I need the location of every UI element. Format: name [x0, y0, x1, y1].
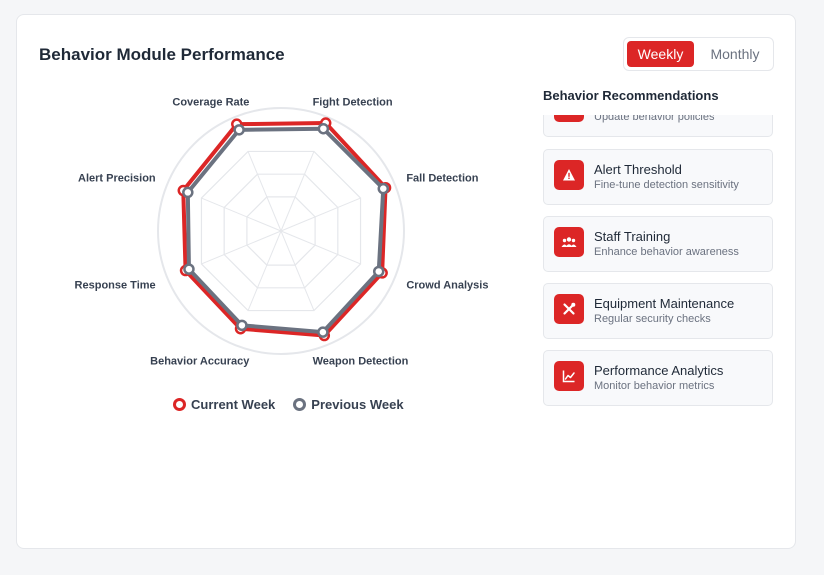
- chart-line-icon: [554, 361, 584, 391]
- axis-label: Behavior Accuracy: [150, 355, 250, 367]
- recommendations-list[interactable]: Update behavior policies Alert Threshold…: [543, 115, 774, 415]
- period-toggle: Weekly Monthly: [623, 37, 774, 71]
- axis-label: Crowd Analysis: [406, 280, 488, 292]
- series-previous-week-point: [372, 265, 385, 278]
- recommendation-equipment-maintenance[interactable]: Equipment Maintenance Regular security c…: [543, 283, 773, 339]
- monthly-button[interactable]: Monthly: [698, 41, 772, 67]
- recommendation-staff-training[interactable]: Staff Training Enhance behavior awarenes…: [543, 216, 773, 272]
- recommendation-performance-analytics[interactable]: Performance Analytics Monitor behavior m…: [543, 350, 773, 406]
- recommendation-name: Staff Training: [594, 229, 671, 244]
- recommendation-policy-update[interactable]: Update behavior policies: [543, 115, 773, 137]
- axis-label: Alert Precision: [78, 172, 156, 184]
- recommendations-title: Behavior Recommendations: [543, 88, 719, 103]
- recommendation-desc: Update behavior policies: [594, 115, 715, 123]
- legend-swatch-previous: [293, 398, 307, 411]
- series-previous-week-point: [317, 326, 329, 338]
- recommendation-alert-threshold[interactable]: Alert Threshold Fine-tune detection sens…: [543, 149, 773, 205]
- tools-icon: [554, 294, 584, 324]
- legend-label-current: Current Week: [191, 397, 276, 412]
- legend-swatch-current: [173, 398, 186, 411]
- chart-legend: Current Week Previous Week: [173, 397, 404, 412]
- recommendation-desc: Monitor behavior metrics: [594, 380, 715, 392]
- axis-label: Fight Detection: [313, 97, 393, 109]
- axis-label: Fall Detection: [406, 172, 478, 184]
- recommendation-desc: Enhance behavior awareness: [594, 246, 739, 258]
- axis-label: Coverage Rate: [172, 97, 249, 109]
- series-previous-week-point: [317, 122, 330, 135]
- recommendation-name: Equipment Maintenance: [594, 296, 735, 311]
- recommendation-name: Performance Analytics: [594, 363, 724, 378]
- legend-item-previous[interactable]: Previous Week: [293, 397, 404, 412]
- series-previous-week-point: [182, 186, 194, 199]
- series-previous-week-point: [183, 263, 195, 275]
- recommendation-desc: Regular security checks: [594, 313, 711, 325]
- users-icon: [554, 227, 584, 257]
- recommendation-name: Alert Threshold: [594, 162, 682, 177]
- legend-item-current[interactable]: Current Week: [173, 397, 275, 412]
- weekly-button[interactable]: Weekly: [627, 41, 694, 67]
- radar-chart: Fight Detection Fall Detection Crowd Analy…: [75, 97, 489, 368]
- axis-label: Weapon Detection: [313, 355, 409, 367]
- axis-label: Response Time: [75, 280, 156, 292]
- series-previous-week-point: [233, 124, 245, 136]
- series-previous-week-point: [236, 319, 248, 332]
- series-previous-week-point: [377, 182, 390, 195]
- legend-label-previous: Previous Week: [311, 397, 404, 412]
- policy-icon: [554, 115, 584, 122]
- warning-icon: [554, 160, 584, 190]
- recommendation-desc: Fine-tune detection sensitivity: [594, 179, 739, 191]
- performance-card: Behavior Module Performance Weekly Month…: [16, 14, 796, 549]
